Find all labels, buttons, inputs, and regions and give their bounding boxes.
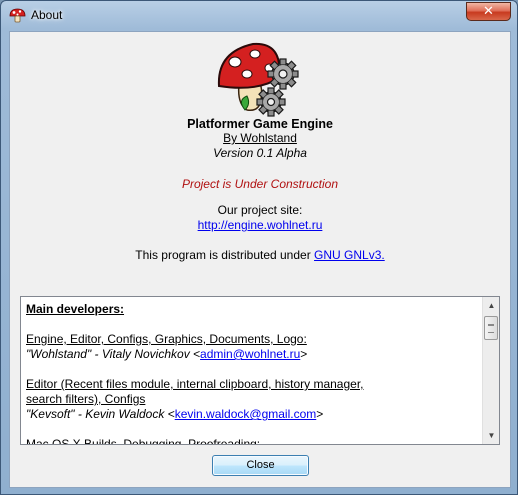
credits-heading: Main developers: bbox=[26, 302, 125, 316]
scroll-down-icon[interactable]: ▼ bbox=[483, 427, 499, 444]
author-label: By Wohlstand bbox=[223, 131, 297, 145]
title-bar[interactable]: About ✕ bbox=[1, 1, 517, 31]
app-name: Platformer Game Engine bbox=[187, 117, 333, 131]
project-site-link[interactable]: http://engine.wohlnet.ru bbox=[10, 218, 510, 232]
version-label: Version 0.1 Alpha bbox=[213, 146, 307, 160]
mushroom-gears-logo bbox=[217, 42, 299, 117]
dev1-close: > bbox=[300, 347, 308, 361]
scroll-thumb[interactable] bbox=[484, 316, 498, 340]
dialog-body: Platformer Game Engine By Wohlstand Vers… bbox=[9, 31, 511, 488]
scroll-up-icon[interactable]: ▲ bbox=[483, 297, 499, 314]
dev2-role-line1: Editor (Recent files module, internal cl… bbox=[26, 377, 364, 391]
license-prefix: This program is distributed under bbox=[135, 248, 315, 262]
dev1-email-link[interactable]: admin@wohlnet.ru bbox=[200, 347, 300, 361]
project-site-label: Our project site: bbox=[217, 203, 303, 217]
project-site-url[interactable]: http://engine.wohlnet.ru bbox=[198, 218, 323, 232]
mushroom-icon bbox=[9, 8, 26, 23]
credits-content: Main developers: Engine, Editor, Configs… bbox=[26, 302, 478, 445]
dev1-name: "Wohlstand" - Vitaly Novichkov < bbox=[26, 347, 201, 361]
dev2-name: "Kevsoft" - Kevin Waldock < bbox=[26, 407, 175, 421]
dev2-email-link[interactable]: kevin.waldock@gmail.com bbox=[175, 407, 317, 421]
dev2-role-line2: search filters), Configs bbox=[26, 392, 146, 406]
construction-notice: Project is Under Construction bbox=[181, 177, 339, 191]
credits-textbox[interactable]: Main developers: Engine, Editor, Configs… bbox=[20, 296, 500, 445]
license-link[interactable]: GNU GNLv3. bbox=[314, 248, 385, 262]
credits-scrollbar[interactable]: ▲ ▼ bbox=[482, 297, 499, 444]
window-title: About bbox=[31, 8, 63, 22]
dev2-close: > bbox=[316, 407, 324, 421]
license-line: This program is distributed under GNU GN… bbox=[10, 248, 510, 262]
dev1-role: Engine, Editor, Configs, Graphics, Docum… bbox=[26, 332, 307, 346]
about-window: About ✕ Platformer Game Engine By Wohlst… bbox=[0, 0, 518, 495]
dev3-role: Mac OS X Builds, Debugging, Proofreading… bbox=[26, 437, 261, 445]
close-button[interactable]: Close bbox=[212, 455, 309, 476]
window-close-button[interactable]: ✕ bbox=[466, 2, 511, 21]
